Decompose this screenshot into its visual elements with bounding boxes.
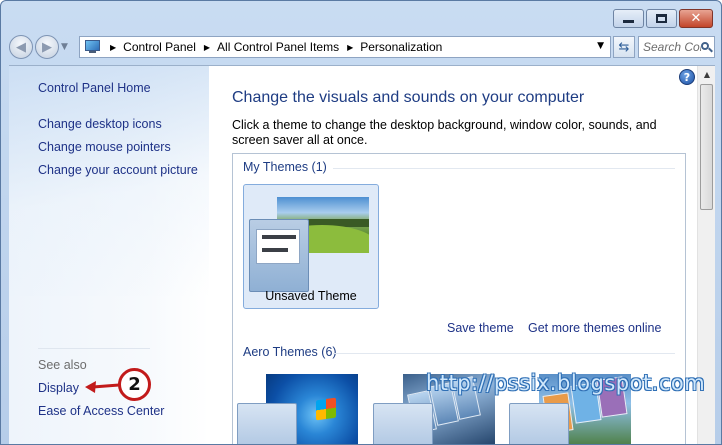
aero-themes-group-title: Aero Themes (6): [243, 345, 337, 359]
aero-theme-window-preview: [237, 403, 297, 444]
breadcrumb-separator-icon[interactable]: ▶: [110, 43, 116, 52]
breadcrumb: ▶ Control Panel ▶ All Control Panel Item…: [102, 40, 442, 54]
save-theme-link[interactable]: Save theme: [447, 321, 514, 335]
scroll-thumb[interactable]: [700, 84, 713, 210]
search-input[interactable]: [643, 40, 701, 54]
change-account-picture-link[interactable]: Change your account picture: [38, 163, 198, 177]
close-icon: ✕: [690, 11, 702, 26]
get-more-themes-link[interactable]: Get more themes online: [528, 321, 661, 335]
personalization-window: ✕ ◀ ▶ ▼ ▶ Control Panel ▶ All Control Pa…: [0, 0, 722, 445]
control-panel-home-link[interactable]: Control Panel Home: [38, 81, 151, 95]
breadcrumb-separator-icon[interactable]: ▶: [347, 43, 353, 52]
group-divider: [333, 168, 675, 169]
maximize-button[interactable]: [646, 9, 677, 28]
group-divider: [333, 353, 675, 354]
annotation-arrow-icon: [85, 381, 120, 393]
windows-logo-icon: [316, 397, 336, 421]
help-icon[interactable]: ?: [679, 69, 695, 85]
address-bar[interactable]: ▶ Control Panel ▶ All Control Panel Item…: [79, 36, 611, 58]
step-callout: 2: [118, 368, 151, 401]
recent-pages-dropdown[interactable]: ▼: [61, 42, 73, 52]
minimize-button[interactable]: [613, 9, 644, 28]
minimize-icon: [623, 20, 634, 23]
see-also-label: See also: [38, 358, 87, 372]
navigation-bar: ◀ ▶ ▼ ▶ Control Panel ▶ All Control Pane…: [9, 35, 715, 59]
refresh-icon: ⇆: [618, 39, 630, 55]
watermark: http://pssix.blogspot.com: [426, 371, 706, 395]
theme-list[interactable]: My Themes (1) Unsaved Theme Save theme G…: [232, 153, 686, 444]
close-button[interactable]: ✕: [679, 9, 713, 28]
breadcrumb-all-items[interactable]: All Control Panel Items: [217, 40, 339, 54]
my-themes-group-title: My Themes (1): [243, 160, 327, 174]
theme-window-color-preview: [249, 219, 309, 292]
search-box[interactable]: [638, 36, 715, 58]
refresh-button[interactable]: ⇆: [613, 36, 635, 58]
caption-buttons: ✕: [613, 9, 713, 28]
scroll-up-icon[interactable]: ▲: [699, 66, 715, 83]
change-desktop-icons-link[interactable]: Change desktop icons: [38, 117, 162, 131]
aero-theme-window-preview: [373, 403, 433, 444]
display-link[interactable]: Display: [38, 381, 79, 395]
aero-theme-window-preview: [509, 403, 569, 444]
back-arrow-icon: ◀: [16, 39, 26, 55]
address-dropdown-icon[interactable]: ▼: [597, 41, 604, 51]
page-description: Click a theme to change the desktop back…: [232, 118, 657, 147]
ease-of-access-center-link[interactable]: Ease of Access Center: [38, 404, 164, 418]
forward-arrow-icon: ▶: [42, 39, 52, 55]
control-panel-icon: [84, 40, 102, 54]
maximize-icon: [656, 14, 667, 23]
breadcrumb-control-panel[interactable]: Control Panel: [123, 40, 196, 54]
see-also-divider: [38, 348, 150, 349]
change-mouse-pointers-link[interactable]: Change mouse pointers: [38, 140, 171, 154]
forward-button[interactable]: ▶: [35, 35, 59, 59]
theme-tile-unsaved[interactable]: Unsaved Theme: [243, 184, 379, 309]
breadcrumb-personalization[interactable]: Personalization: [360, 40, 442, 54]
page-title: Change the visuals and sounds on your co…: [232, 89, 585, 106]
theme-name: Unsaved Theme: [265, 289, 357, 303]
breadcrumb-separator-icon[interactable]: ▶: [204, 43, 210, 52]
search-icon[interactable]: [701, 41, 713, 53]
back-button[interactable]: ◀: [9, 35, 33, 59]
